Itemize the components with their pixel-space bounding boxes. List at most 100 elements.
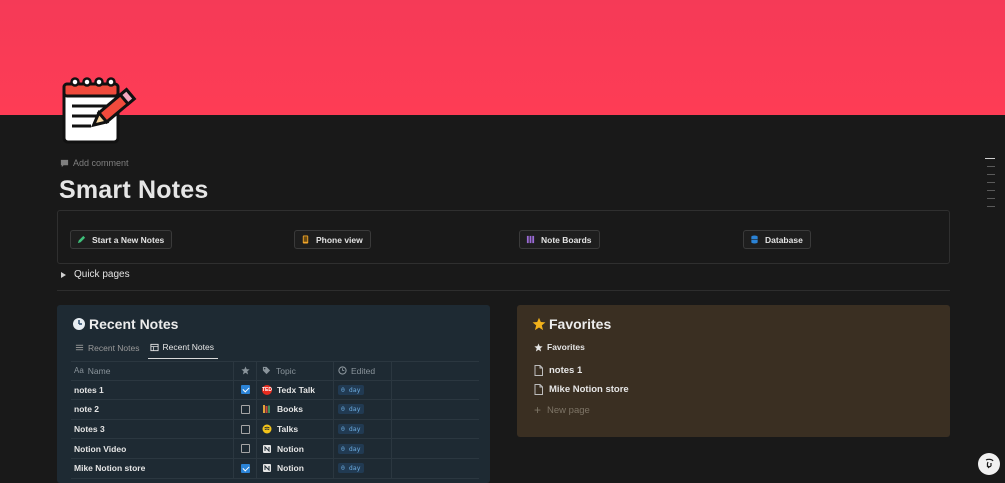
toc-line[interactable] [987,198,995,199]
note-boards-button[interactable]: Note Boards [519,230,600,249]
view-tabs: Recent Notes Recent Notes [73,340,222,359]
clock-icon [338,366,347,375]
topic-header-label: Topic [276,365,296,376]
help-button[interactable] [978,453,1000,475]
table-icon [149,343,159,351]
quick-links-block: Start a New Notes Phone view Note Boards… [57,210,950,264]
notepad-pencil-icon[interactable] [61,74,141,144]
database-label: Database [765,234,803,245]
row-topic-cell[interactable]: TED Tedx Talk [257,380,334,400]
table-row[interactable]: notes 1 TED Tedx Talk 0 day [71,380,479,401]
star-icon [532,317,546,331]
favorites-panel: Favorites Favorites notes 1 Mike Notion … [517,305,950,437]
favorite-page-label: notes 1 [549,365,583,376]
row-star-cell [234,400,257,419]
favorites-subheading[interactable]: Favorites [534,342,585,352]
toc-line[interactable] [987,182,995,183]
row-star-cell [234,439,257,458]
phone-icon [302,235,309,244]
toc-line[interactable] [987,190,995,191]
divider [57,290,950,291]
row-edited-cell: 0 day [334,380,392,400]
row-topic-cell[interactable]: Books [257,400,334,419]
new-page-button[interactable]: + New page [534,403,590,417]
row-topic-cell[interactable]: Talks [257,419,334,439]
talks-icon [262,424,272,434]
phone-view-button[interactable]: Phone view [294,230,371,249]
toc-line[interactable] [985,158,995,159]
page-title[interactable]: Smart Notes [59,176,208,205]
boards-icon [526,235,535,244]
empty-column [392,362,479,380]
row-name[interactable]: note 2 [71,400,234,419]
table-row[interactable]: Notion Video Notion 0 day [71,439,479,459]
star-icon [240,366,250,375]
table-row[interactable]: note 2 Books 0 day [71,400,479,420]
row-name[interactable]: notes 1 [71,380,234,400]
edited-badge: 0 day [338,463,364,474]
tab-table-label: Recent Notes [162,342,215,352]
row-topic: Notion [277,463,304,474]
quick-pages-label: Quick pages [74,269,130,280]
database-button[interactable]: Database [743,230,811,249]
triangle-right-icon [61,271,66,278]
row-topic-cell[interactable]: Notion [257,458,334,478]
edited-column-header[interactable]: Edited [334,362,392,380]
add-comment-label: Add comment [73,158,129,168]
star-checkbox[interactable] [240,385,250,395]
edited-header-label: Edited [351,365,376,376]
notion-ai-face-icon [985,458,994,469]
favorites-heading: Favorites [532,316,611,332]
toc-line[interactable] [987,166,995,167]
row-topic: Notion [277,443,304,454]
star-checkbox[interactable] [240,424,250,434]
row-topic-cell[interactable]: Notion [257,439,334,458]
page-icon [534,365,543,376]
add-comment-button[interactable]: Add comment [60,158,129,168]
favorite-page-link[interactable]: Mike Notion store [534,384,629,395]
clock-icon [73,318,85,330]
start-new-notes-label: Start a New Notes [92,234,165,245]
new-page-label: New page [547,404,590,416]
favorite-page-link[interactable]: notes 1 [534,365,582,376]
favorites-title: Favorites [549,316,612,332]
tab-list-view[interactable]: Recent Notes [73,340,144,359]
page-cover [0,0,1005,115]
table-row[interactable]: Notes 3 Talks 0 day [71,419,479,440]
notion-icon [263,464,271,473]
star-icon [534,342,543,351]
tag-icon [262,367,271,375]
row-topic: Books [277,404,303,415]
row-name[interactable]: Mike Notion store [71,458,234,478]
start-new-notes-button[interactable]: Start a New Notes [70,230,173,249]
edited-badge: 0 day [338,384,364,395]
edited-badge: 0 day [338,424,364,435]
database-icon [751,235,758,244]
favorites-subtitle: Favorites [547,342,585,352]
toc-line[interactable] [987,174,995,175]
row-star-cell [234,419,257,439]
quick-pages-toggle[interactable]: Quick pages [61,269,130,280]
name-column-header[interactable]: Aa Name [71,362,234,380]
star-checkbox[interactable] [240,444,250,454]
row-name[interactable]: Notion Video [71,439,234,458]
row-edited-cell: 0 day [334,419,392,439]
notion-icon [263,444,271,453]
topic-column-header[interactable]: Topic [257,362,334,380]
row-topic: Tedx Talk [277,384,315,395]
books-icon [263,405,270,414]
edited-badge: 0 day [338,443,364,454]
comment-icon [60,159,69,167]
star-checkbox[interactable] [240,463,250,473]
tab-table-view[interactable]: Recent Notes [147,340,218,359]
table-of-contents[interactable] [985,158,995,214]
table-row[interactable]: Mike Notion store Notion 0 day [71,458,479,479]
table-header: Aa Name Topic Edited [71,361,479,381]
row-star-cell [234,380,257,400]
toc-line[interactable] [987,206,995,207]
row-name[interactable]: Notes 3 [71,419,234,439]
recent-notes-heading: Recent Notes [72,316,178,332]
star-checkbox[interactable] [240,404,250,414]
edited-badge: 0 day [338,404,364,415]
star-column-header[interactable] [234,362,257,380]
